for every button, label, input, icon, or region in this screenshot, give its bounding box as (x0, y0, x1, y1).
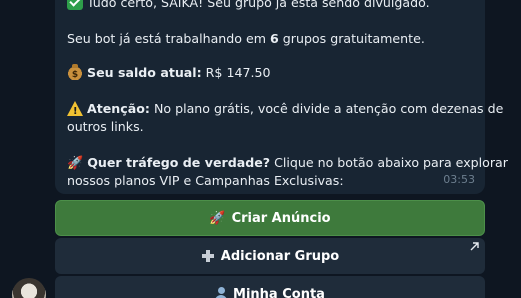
check-mark-icon (67, 0, 83, 10)
message-line-groups: Seu bot já está trabalhando em 6 grupos … (67, 31, 425, 46)
external-link-arrow-icon (470, 242, 479, 251)
message-line-cta-cont: nossos planos VIP e Campanhas Exclusivas… (67, 173, 344, 188)
group-count: 6 (270, 31, 279, 46)
user-icon (215, 287, 228, 298)
balance-value: R$ 147.50 (201, 65, 271, 80)
create-ad-button[interactable]: 🚀 Criar Anúncio (55, 200, 485, 236)
balance-label: Seu saldo atual: (87, 65, 202, 80)
message-line-balance: Seu saldo atual: R$ 147.50 (67, 64, 473, 84)
warning-label: Atenção: (87, 101, 150, 116)
warning-icon (67, 101, 83, 121)
my-account-button[interactable]: Minha Conta (55, 276, 485, 298)
rocket-icon: 🚀 (209, 210, 226, 226)
money-bag-icon (67, 64, 83, 84)
add-group-label: Adicionar Grupo (220, 248, 340, 264)
my-account-label: Minha Conta (233, 286, 325, 298)
cta-label: Quer tráfego de verdade? (87, 155, 271, 170)
message-line-warning: Atenção: No plano grátis, você divide a … (67, 100, 503, 121)
message-line-warning-cont: outros links. (67, 119, 144, 134)
chat-area: Tudo certo, SAIKA! Seu grupo já está sen… (0, 0, 521, 298)
rocket-icon: 🚀 (67, 156, 84, 171)
message-timestamp: 03:53 (443, 173, 475, 186)
bot-avatar[interactable] (12, 278, 46, 298)
plus-icon (201, 249, 215, 263)
create-ad-label: Criar Anúncio (231, 210, 331, 226)
add-group-button[interactable]: Adicionar Grupo (55, 238, 485, 274)
message-line-cta: 🚀 Quer tráfego de verdade? Clique no botã… (67, 155, 508, 171)
bot-message-bubble: Tudo certo, SAIKA! Seu grupo já está sen… (55, 0, 508, 194)
message-line-confirmation: Tudo certo, SAIKA! Seu grupo já está sen… (67, 0, 473, 12)
